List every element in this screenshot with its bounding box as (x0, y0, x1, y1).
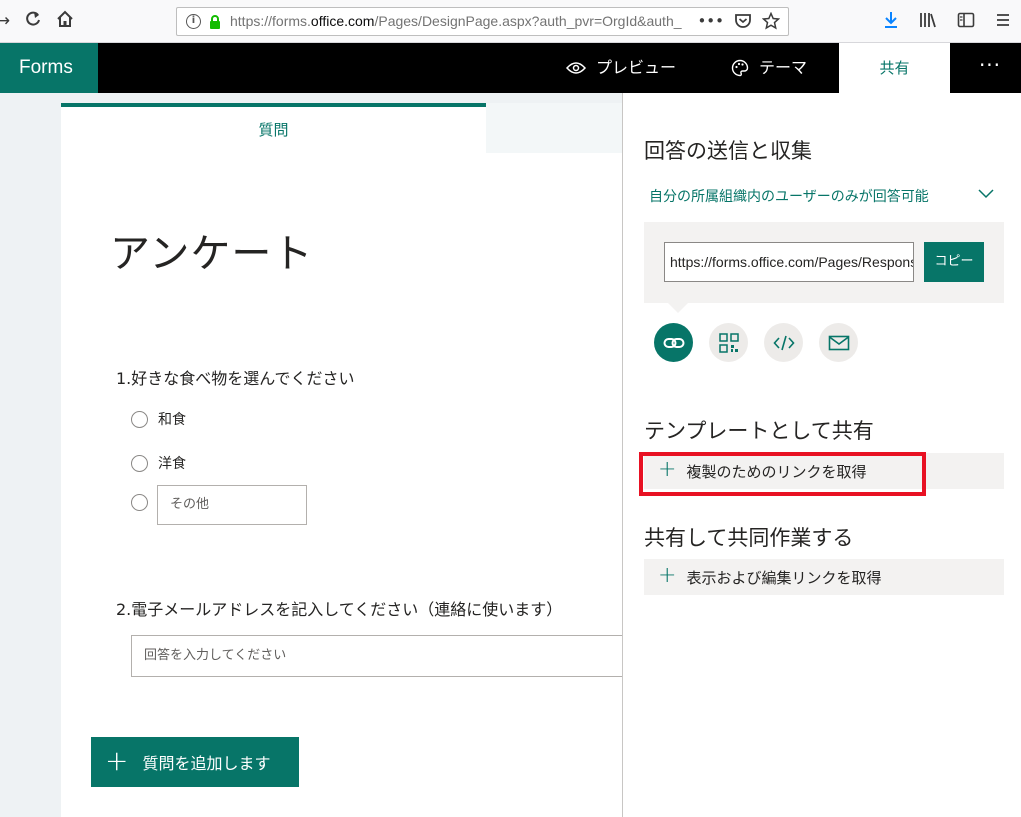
add-question-button[interactable]: + 質問を追加します (91, 737, 299, 787)
choice-option-1[interactable]: 和食 (131, 409, 186, 429)
tab-questions[interactable]: 質問 (61, 103, 486, 153)
theme-button[interactable]: テーマ (731, 43, 807, 93)
downloads-icon[interactable] (883, 11, 899, 29)
radio-button[interactable] (131, 410, 148, 428)
share-link-input[interactable]: https://forms.office.com/Pages/ResponseP… (664, 242, 914, 282)
pocket-icon[interactable] (734, 12, 752, 30)
share-method-row (654, 323, 858, 362)
send-collect-heading: 回答の送信と収集 (644, 139, 812, 163)
highlight-box (639, 452, 926, 496)
link-icon[interactable] (654, 323, 693, 362)
share-tab[interactable]: 共有 (839, 43, 950, 93)
template-heading: テンプレートとして共有 (644, 419, 874, 443)
question-2-title[interactable]: 2.電子メールアドレスを記入してください（連絡に使います） (116, 596, 562, 620)
choice-option-other[interactable] (131, 494, 148, 511)
callout-pointer (668, 303, 688, 313)
tab-strip: 質問 (61, 103, 622, 153)
forward-icon[interactable]: → (0, 10, 14, 32)
palette-icon (731, 59, 749, 77)
question-1-title[interactable]: 1.好きな食べ物を選んでください (116, 365, 354, 389)
copy-button[interactable]: コピー (924, 242, 984, 282)
form-title[interactable]: アンケート (110, 221, 313, 279)
page-actions-icon[interactable]: ••• (697, 12, 724, 30)
lock-icon[interactable] (209, 15, 221, 29)
app-header: Forms プレビュー テーマ 共有 ··· (0, 43, 1021, 93)
choice-label: 洋食 (158, 456, 186, 472)
home-icon[interactable] (54, 10, 76, 32)
choice-option-2[interactable]: 洋食 (131, 453, 186, 473)
preview-label: プレビュー (596, 58, 677, 77)
qr-code-icon[interactable] (709, 323, 748, 362)
email-answer-input[interactable]: 回答を入力してください (131, 635, 622, 677)
form-canvas: 質問 アンケート 1.好きな食べ物を選んでください 和食 洋食 その他 2.電子… (0, 93, 622, 817)
reload-icon[interactable] (22, 10, 44, 32)
other-answer-input[interactable]: その他 (157, 485, 307, 525)
browser-toolbar: → i https://forms.office.com/Pages/Desig… (0, 0, 1021, 43)
plus-icon: + (658, 562, 677, 588)
bookmark-star-icon[interactable] (762, 12, 780, 30)
scope-dropdown[interactable]: 自分の所属組織内のユーザーのみが回答可能 (649, 186, 929, 206)
forms-brand[interactable]: Forms (0, 43, 98, 93)
share-panel: 回答の送信と収集 自分の所属組織内のユーザーのみが回答可能 https://fo… (622, 93, 1021, 817)
edit-link-label: 表示および編集リンクを取得 (686, 568, 882, 587)
choice-label: 和食 (158, 412, 186, 428)
embed-code-icon[interactable] (764, 323, 803, 362)
address-bar[interactable]: i https://forms.office.com/Pages/DesignP… (176, 7, 789, 36)
theme-label: テーマ (759, 58, 808, 77)
menu-icon[interactable] (995, 11, 1011, 29)
radio-button[interactable] (131, 494, 148, 511)
eye-icon (566, 62, 586, 74)
link-share-area: https://forms.office.com/Pages/ResponseP… (644, 222, 1004, 313)
email-icon[interactable] (819, 323, 858, 362)
chevron-down-icon[interactable] (978, 189, 994, 199)
library-icon[interactable] (919, 11, 937, 29)
url-text[interactable]: https://forms.office.com/Pages/DesignPag… (230, 13, 700, 29)
get-edit-link-button[interactable]: + 表示および編集リンクを取得 (644, 559, 1004, 595)
collaborate-heading: 共有して共同作業する (644, 526, 854, 550)
more-options-button[interactable]: ··· (975, 43, 1005, 93)
add-question-label: 質問を追加します (142, 754, 271, 773)
radio-button[interactable] (131, 454, 148, 472)
sidebar-icon[interactable] (957, 11, 975, 29)
form-card: 質問 アンケート 1.好きな食べ物を選んでください 和食 洋食 その他 2.電子… (61, 103, 622, 817)
plus-icon: + (105, 743, 129, 777)
info-icon[interactable]: i (186, 14, 201, 29)
preview-button[interactable]: プレビュー (566, 43, 676, 93)
